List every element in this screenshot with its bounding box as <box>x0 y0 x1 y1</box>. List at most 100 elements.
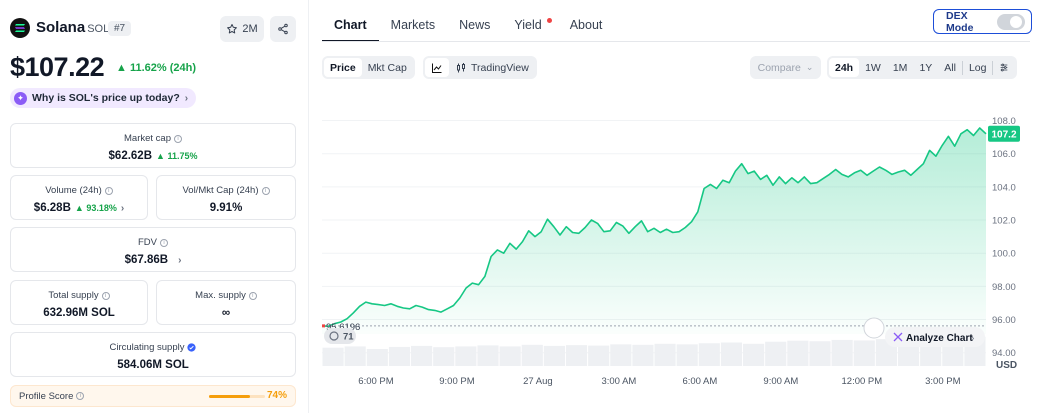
dex-mode-label: DEX Mode <box>946 9 974 34</box>
tab-chart[interactable]: Chart <box>322 10 379 42</box>
vol-mkt-cap-value: 9.91% <box>209 202 243 214</box>
volume-bar <box>543 345 565 366</box>
circulating-supply-label: Circulating supply <box>11 342 295 353</box>
profile-score-card[interactable]: Profile Score i 74% <box>10 385 296 407</box>
coin-name: Solana SOL <box>36 19 109 36</box>
range-1y[interactable]: 1Y <box>913 58 938 77</box>
price-change-24h: ▲ 11.62% (24h) <box>116 62 196 74</box>
info-icon: i <box>261 186 270 195</box>
dex-mode-toggle[interactable]: DEX Mode <box>933 9 1032 34</box>
y-tick-label: 106.0 <box>992 149 1016 160</box>
volume-bar <box>433 347 455 366</box>
vol-mkt-cap-label: Vol/Mkt Cap (24h) i <box>157 185 295 196</box>
info-icon: i <box>160 238 168 247</box>
x-axis: 6:00 PM 9:00 PM 27 Aug 3:00 AM 6:00 AM 9:00 A… <box>358 376 960 386</box>
y-axis: 94.00 96.00 98.00 100.0 102.0 104.0 106.0 108.0… <box>992 116 1017 371</box>
volume-bar <box>411 345 433 366</box>
tab-news[interactable]: News <box>447 10 502 42</box>
star-icon <box>227 24 238 34</box>
price-area <box>322 127 987 334</box>
range-24h[interactable]: 24h <box>829 58 860 77</box>
volume-bar <box>388 346 411 366</box>
why-price-up-button[interactable]: Why is SOL's price up today? › <box>10 88 197 108</box>
chevron-right-icon: › <box>971 333 974 344</box>
volume-change: ▲ 93.18% <box>74 203 117 213</box>
compare-dropdown[interactable]: Compare ⌄ <box>750 56 821 79</box>
log-scale-toggle[interactable]: Log <box>963 58 993 77</box>
vol-mkt-cap-label-text: Vol/Mkt Cap (24h) <box>182 185 259 196</box>
volume-bar <box>787 340 809 366</box>
chart-type-switch: TradingView <box>423 56 537 79</box>
market-cap-value-text: $62.62B <box>108 150 153 162</box>
tab-yield[interactable]: Yield <box>502 10 557 42</box>
market-cap-card[interactable]: Market cap i $62.62B ▲ 11.75% <box>10 123 296 168</box>
chart-tabs: Chart Markets News Yield About <box>322 10 614 42</box>
tab-yield-label: Yield <box>514 18 542 32</box>
price-chart-svg[interactable]: 95.6196 94.0096.0098.00100.0102.0104.010… <box>322 90 1032 386</box>
share-button[interactable] <box>270 16 296 42</box>
toggle-switch[interactable] <box>997 13 1025 30</box>
currency-label: USD <box>996 360 1017 371</box>
current-price: $107.22 <box>10 52 105 82</box>
chevron-down-icon: ⌄ <box>805 62 814 72</box>
profile-score-label-text: Profile Score <box>19 390 74 402</box>
watchlist-button[interactable]: 2M <box>220 16 264 42</box>
analyze-chart-label: Analyze Chart <box>906 333 973 344</box>
volume-bar <box>698 343 720 366</box>
total-supply-card: Total supply i 632.96M SOL <box>10 280 148 325</box>
range-all[interactable]: All <box>938 58 962 77</box>
compare-label: Compare <box>757 61 801 74</box>
sliders-icon <box>1001 63 1008 72</box>
tab-about[interactable]: About <box>558 10 615 42</box>
volume-bar <box>344 346 366 366</box>
price-toggle[interactable]: Price <box>324 58 362 77</box>
volume-bar <box>720 342 743 366</box>
x-tick-label: 3:00 AM <box>601 376 636 386</box>
info-icon: i <box>76 392 85 400</box>
volume-value-text: $6.28B <box>33 202 71 214</box>
x-tick-label: 27 Aug <box>523 376 553 386</box>
volume-bar <box>322 347 344 366</box>
volume-bar <box>477 345 499 366</box>
volume-bar <box>565 345 588 366</box>
volume-value: $6.28B ▲ 93.18% › <box>11 202 147 214</box>
fdv-card[interactable]: FDV i $67.86B › <box>10 227 296 272</box>
x-tick-label: 6:00 AM <box>682 376 717 386</box>
circulating-supply-value: 584.06M SOL <box>117 359 189 371</box>
profile-score-bar <box>209 395 265 398</box>
coin-overview-panel: Solana SOL #7 2M $107.22 ▲ 11.62% (24h) W… <box>0 0 306 413</box>
circulating-supply-card: Circulating supply 584.06M SOL <box>10 332 296 377</box>
x-tick-label: 3:00 PM <box>925 376 960 386</box>
tradingview-button[interactable]: TradingView <box>449 58 535 77</box>
mktcap-toggle[interactable]: Mkt Cap <box>362 58 413 77</box>
tabs-underline <box>322 41 1030 42</box>
line-chart-button[interactable] <box>425 58 449 77</box>
profile-score-value: 74% <box>266 390 287 401</box>
volume-card[interactable]: Volume (24h) i $6.28B ▲ 93.18% › <box>10 175 148 220</box>
volume-bar <box>809 341 831 366</box>
price-chart[interactable]: 95.6196 94.00 96.00 98.00 100.0 102.0 104.0 10… <box>322 90 1032 386</box>
market-cap-label-text: Market cap <box>124 133 171 144</box>
chart-watermark-icon <box>863 317 885 339</box>
toggle-knob <box>1010 15 1023 28</box>
volume-bar <box>743 343 765 366</box>
max-supply-value: ∞ <box>221 307 231 319</box>
tradingview-label: TradingView <box>471 61 529 74</box>
volume-bar <box>765 341 787 366</box>
chevron-right-icon: › <box>120 202 125 214</box>
panel-divider <box>308 0 309 413</box>
x-tick-label: 9:00 AM <box>763 376 798 386</box>
tab-markets[interactable]: Markets <box>379 10 447 42</box>
volume-bar <box>499 346 521 366</box>
volume-bar <box>654 343 676 366</box>
chart-settings-button[interactable] <box>993 58 1015 77</box>
range-1w[interactable]: 1W <box>859 58 887 77</box>
total-supply-label-text: Total supply <box>48 290 99 301</box>
candlestick-icon <box>457 62 465 72</box>
volume-bar <box>610 344 632 366</box>
total-supply-label: Total supply i <box>11 290 147 301</box>
volume-label: Volume (24h) i <box>11 185 147 196</box>
range-1m[interactable]: 1M <box>887 58 914 77</box>
info-icon: i <box>248 291 257 300</box>
verified-check-icon <box>187 343 197 352</box>
